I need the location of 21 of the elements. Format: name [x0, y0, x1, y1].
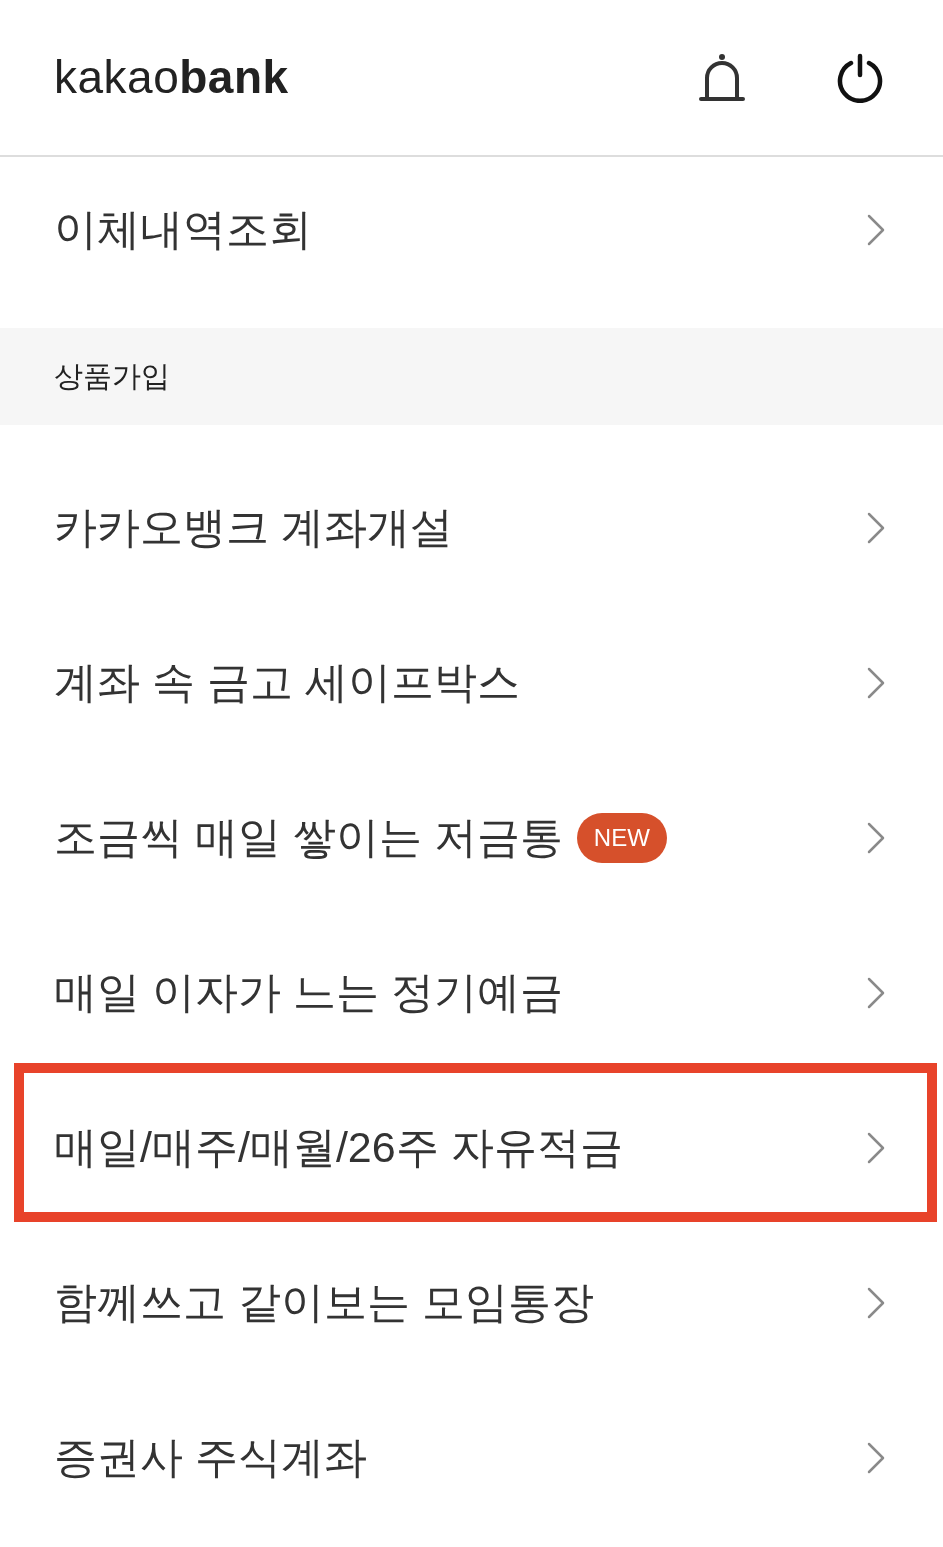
menu-item-link[interactable]: 증권사 주식계좌	[54, 1436, 367, 1479]
new-badge: NEW	[576, 812, 667, 863]
power-icon[interactable]	[835, 52, 885, 103]
menu-item-link[interactable]: 이체내역조회	[54, 208, 312, 251]
menu-item-link[interactable]: 매일/매주/매월/26주 자유적금	[54, 1126, 623, 1169]
menu-item-link[interactable]: 함께쓰고 같이보는 모임통장	[54, 1281, 594, 1324]
chevron-right-icon	[867, 213, 885, 246]
chevron-right-icon	[867, 666, 885, 699]
logo-text: kakaobank	[54, 53, 289, 100]
chevron-right-icon	[867, 1286, 885, 1319]
chevron-right-icon	[867, 976, 885, 1009]
section-title: 상품가입	[54, 362, 170, 391]
chevron-right-icon	[867, 821, 885, 854]
chevron-right-icon	[867, 1441, 885, 1474]
chevron-right-icon	[867, 511, 885, 544]
menu-item-link[interactable]: 조금씩 매일 쌓이는 저금통	[54, 816, 563, 859]
menu-item-link[interactable]: 계좌 속 금고 세이프박스	[54, 661, 520, 704]
chevron-right-icon	[867, 1131, 885, 1164]
menu-item-link[interactable]: 카카오뱅크 계좌개설	[54, 506, 453, 549]
menu-item-link[interactable]: 매일 이자가 느는 정기예금	[54, 971, 563, 1014]
bell-icon[interactable]	[697, 52, 747, 103]
